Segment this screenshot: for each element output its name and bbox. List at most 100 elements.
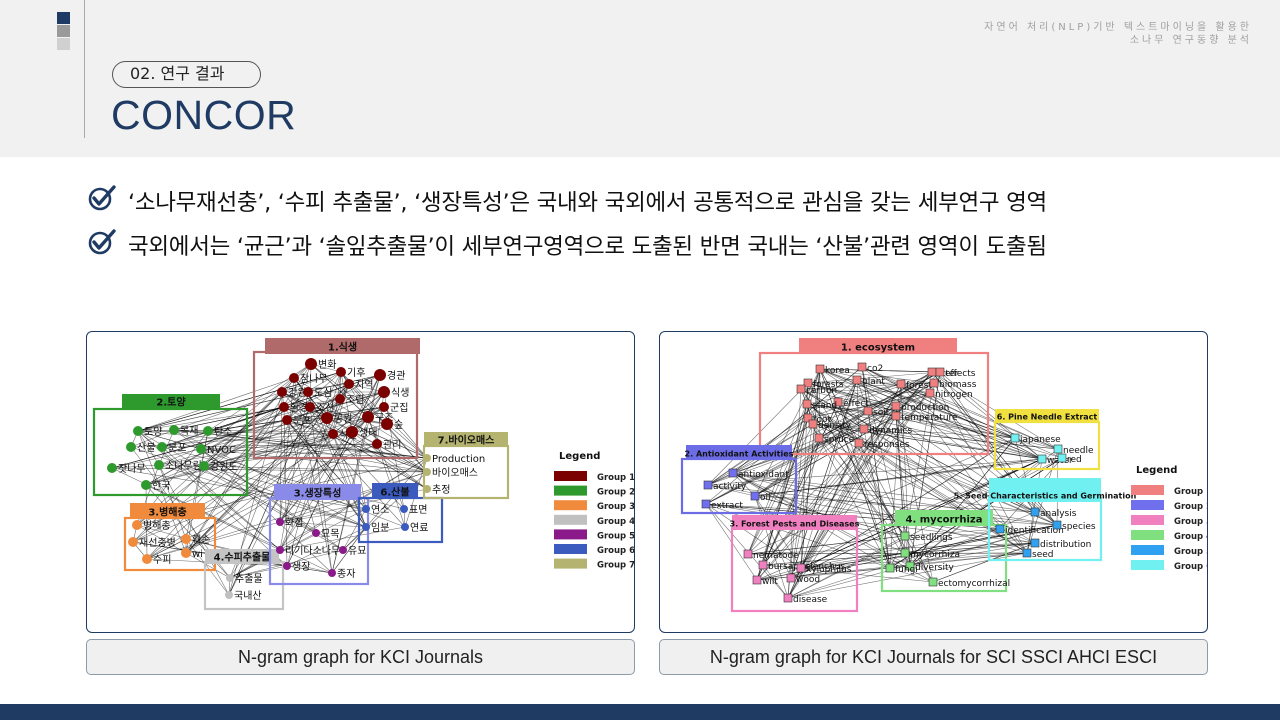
graph-node — [321, 412, 333, 424]
graph-node — [1057, 453, 1067, 463]
graph-node — [1053, 444, 1063, 454]
graph-node — [305, 358, 317, 370]
node-label: 한국 — [152, 480, 170, 492]
slide: 02. 연구 결과 CONCOR 자연어 처리(NLP)기반 텍스트마이닝을 활… — [0, 0, 1280, 720]
node-label: 산불 — [137, 442, 155, 454]
graph-node — [336, 367, 346, 377]
graph-node — [154, 460, 164, 470]
legend-label: Group 7 — [597, 561, 635, 571]
graph-node — [1022, 548, 1032, 558]
subtitle-line-2: 소나무 연구동향 분석 — [1129, 35, 1252, 46]
graph-node — [796, 384, 806, 394]
node-label: disease — [793, 595, 828, 605]
legend-swatch — [1131, 500, 1164, 510]
section-label: 02. 연구 결과 — [112, 61, 261, 88]
node-label: dynamics — [869, 426, 912, 436]
graph-node — [181, 534, 191, 544]
node-label: 국내산 — [234, 590, 262, 602]
graph-node — [703, 480, 713, 490]
node-label: 임분 — [371, 521, 389, 534]
graph-node — [225, 591, 233, 599]
legend-label: Group 4 — [597, 517, 635, 527]
legend-swatch — [554, 485, 587, 496]
legend-swatch — [1131, 515, 1164, 525]
node-label: spruce — [824, 435, 855, 445]
graph-node — [423, 485, 431, 493]
graph-node — [1010, 433, 1020, 443]
graph-node — [199, 461, 209, 471]
node-label: 표면 — [409, 504, 427, 516]
graph-node — [927, 367, 937, 377]
check-icon — [88, 185, 116, 211]
graph-node — [928, 577, 938, 587]
graph-node — [328, 569, 336, 577]
footer-bar — [0, 704, 1280, 720]
graph-node — [808, 419, 818, 429]
legend-label: Group 3 — [1174, 517, 1208, 527]
graph-node — [750, 491, 760, 501]
graph-node — [896, 379, 906, 389]
node-label: 수피 — [153, 554, 171, 566]
cluster-title: 6.산불 — [380, 486, 409, 499]
graph-node — [142, 554, 152, 564]
graph-node — [346, 426, 358, 438]
logo-mark — [57, 12, 71, 51]
graph-node — [372, 439, 382, 449]
legend-label: Group 4 — [1174, 532, 1208, 542]
cluster-title: 2.토양 — [156, 397, 186, 409]
graph-node — [891, 411, 901, 421]
graph-node — [132, 520, 142, 530]
graph-node — [279, 402, 289, 412]
graph-node — [203, 426, 213, 436]
graph-node — [169, 425, 179, 435]
graph-node — [796, 563, 806, 573]
legend-swatch — [1131, 560, 1164, 570]
legend-label: Group 6 — [1174, 562, 1208, 572]
header-band: 02. 연구 결과 CONCOR 자연어 처리(NLP)기반 텍스트마이닝을 활… — [0, 0, 1280, 157]
graph-node — [378, 386, 390, 398]
legend-label: Group 1 — [1174, 487, 1208, 497]
node-label: 연소 — [371, 504, 389, 516]
legend-label: Group 2 — [597, 488, 635, 498]
graph-node — [328, 429, 338, 439]
node-label: 조림 — [346, 394, 364, 406]
graph-node — [935, 367, 945, 377]
node-label: nematode — [753, 551, 799, 561]
node-label: activity — [713, 482, 747, 492]
legend-title: Legend — [1136, 465, 1177, 476]
cluster-title: 3.병해충 — [148, 506, 186, 519]
node-label: 공원 — [334, 413, 352, 425]
node-label: 분포 — [293, 415, 311, 427]
kci-ngram-graph: 1.식생변화기후경관참나무지역강원도심조림식생환경조선군집분포공원구조숲식물생태… — [92, 338, 635, 611]
legend-label: Group 2 — [1174, 502, 1208, 512]
node-label: effects — [945, 369, 976, 379]
node-label: diversity — [915, 563, 954, 573]
subtitle-line-1: 자연어 처리(NLP)기반 텍스트마이닝을 활용한 — [984, 22, 1252, 33]
header-divider — [84, 0, 85, 138]
cluster-title: 5. Seed Characteristics and Germination — [954, 492, 1137, 501]
graph-node — [802, 399, 812, 409]
graph-node — [400, 505, 408, 513]
node-label: 참나무 — [300, 373, 328, 385]
legend-swatch — [1131, 530, 1164, 540]
node-label: 목재 — [180, 425, 198, 437]
graph-node — [728, 468, 738, 478]
graph-node — [335, 394, 345, 404]
graph-node — [283, 562, 291, 570]
cluster-title: 3.생장특성 — [294, 487, 342, 500]
node-label: density — [818, 421, 852, 431]
graph-node — [276, 546, 284, 554]
graph-node — [752, 575, 762, 585]
kci-graph-caption: N-gram graph for KCI Journals — [86, 639, 635, 675]
graph-node — [282, 415, 292, 425]
legend-swatch — [554, 544, 587, 554]
node-label: wilt — [762, 577, 778, 587]
graph-node — [743, 549, 753, 559]
legend-swatch — [554, 471, 587, 481]
node-label: 생장 — [292, 561, 310, 573]
node-label: biomass — [939, 380, 977, 390]
node-label: korea — [825, 366, 850, 376]
node-label: 소나무림 — [165, 460, 202, 472]
cluster-title: 6. Pine Needle Extract — [997, 413, 1098, 422]
graph-node — [900, 531, 910, 541]
